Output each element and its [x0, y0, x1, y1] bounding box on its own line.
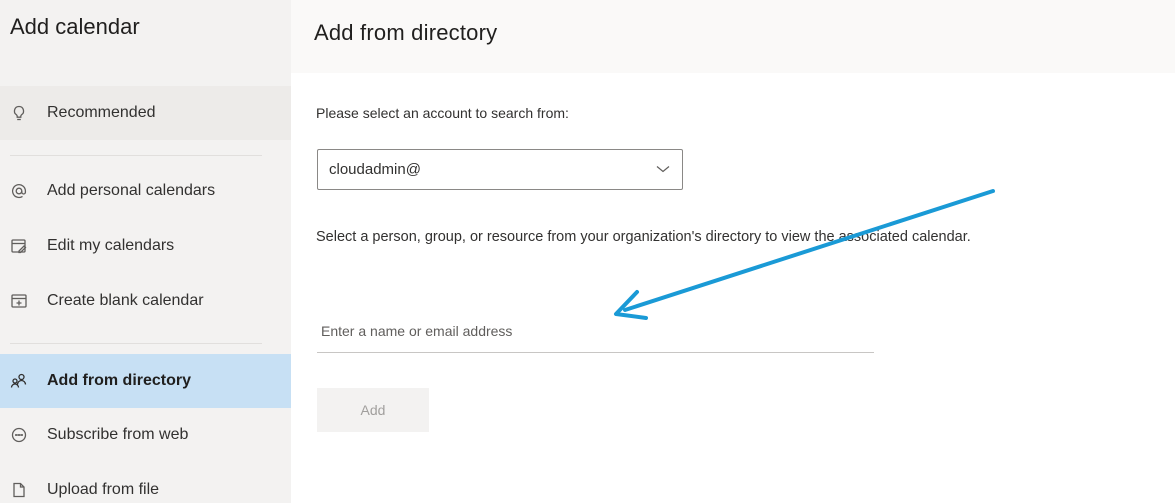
sidebar-item-edit-my-calendars[interactable]: Edit my calendars: [0, 219, 291, 273]
sidebar-item-add-personal-calendars[interactable]: Add personal calendars: [0, 164, 291, 218]
sidebar-item-subscribe-from-web[interactable]: Subscribe from web: [0, 408, 291, 462]
name-input-container: [317, 310, 874, 353]
sidebar-item-label: Edit my calendars: [47, 237, 175, 254]
add-calendar-window: Add calendar Recommended Add personal ca…: [0, 0, 1175, 503]
name-or-email-input[interactable]: [317, 310, 874, 352]
sidebar-item-label: Create blank calendar: [47, 292, 204, 309]
calendar-edit-icon: [8, 235, 30, 257]
account-select[interactable]: cloudadmin@: [317, 149, 683, 190]
lightbulb-icon: [8, 102, 30, 124]
sidebar-item-label: Add personal calendars: [47, 182, 216, 199]
sidebar-divider: [10, 155, 262, 156]
people-icon: [8, 370, 30, 392]
at-icon: [8, 180, 30, 202]
sidebar-item-add-from-directory[interactable]: Add from directory: [0, 354, 291, 408]
sidebar-item-create-blank-calendar[interactable]: Create blank calendar: [0, 274, 291, 328]
page-title: Add from directory: [314, 20, 498, 45]
instruction-text: Select a person, group, or resource from…: [316, 229, 971, 245]
sidebar-item-upload-from-file[interactable]: Upload from file: [0, 463, 291, 503]
main-header: Add from directory: [291, 0, 1175, 73]
sidebar-item-recommended[interactable]: Recommended: [0, 86, 291, 140]
sidebar-item-label: Add from directory: [47, 372, 192, 389]
sidebar-title: Add calendar: [10, 14, 140, 39]
file-icon: [8, 479, 30, 501]
sidebar-item-label: Recommended: [47, 104, 156, 121]
sidebar-item-label: Subscribe from web: [47, 426, 189, 443]
sidebar-item-label: Upload from file: [47, 481, 160, 498]
chevron-down-icon: [656, 161, 670, 179]
sidebar: Add calendar Recommended Add personal ca…: [0, 0, 291, 503]
add-button[interactable]: Add: [317, 388, 429, 432]
calendar-add-icon: [8, 290, 30, 312]
globe-icon: [8, 424, 30, 446]
account-select-value: cloudadmin@: [329, 161, 421, 178]
main-panel: Add from directory Please select an acco…: [291, 0, 1175, 503]
sidebar-divider: [10, 343, 262, 344]
account-label: Please select an account to search from:: [316, 105, 569, 121]
